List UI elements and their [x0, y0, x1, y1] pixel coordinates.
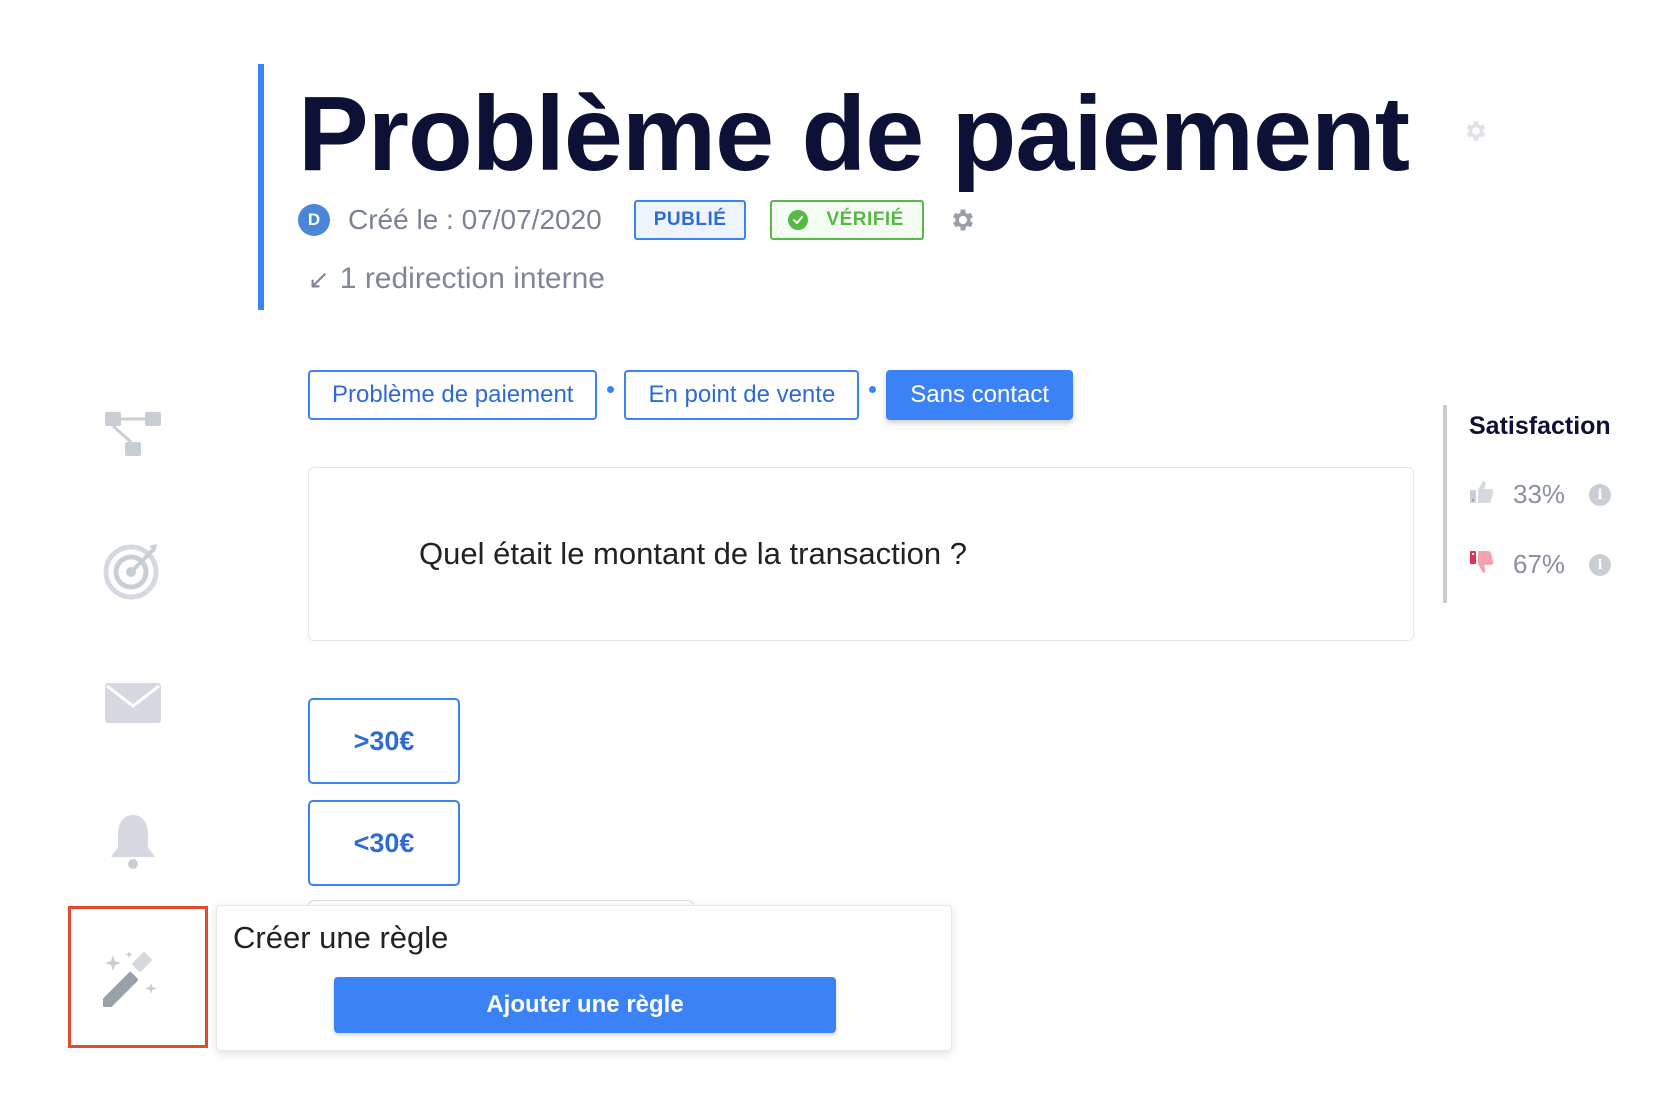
- avatar[interactable]: D: [298, 204, 330, 236]
- satisfaction-panel: Satisfaction 33% i 67% i: [1443, 405, 1643, 603]
- breadcrumb-item-sans-contact[interactable]: Sans contact: [886, 370, 1074, 420]
- internal-redirect-link[interactable]: ↙ 1 redirection interne: [308, 262, 605, 296]
- satisfaction-negative-row: 67% i: [1469, 549, 1611, 580]
- bell-icon[interactable]: [98, 806, 168, 876]
- satisfaction-positive-value: 33%: [1513, 479, 1566, 509]
- popover-title: Créer une règle: [233, 920, 449, 955]
- satisfaction-negative-value: 67%: [1513, 549, 1566, 579]
- target-icon[interactable]: [98, 535, 168, 605]
- answer-button-under-30[interactable]: <30€: [308, 800, 460, 886]
- article-header: Problème de paiement D Créé le : 07/07/2…: [258, 64, 1458, 310]
- status-badge-verified[interactable]: VÉRIFIÉ: [770, 200, 924, 240]
- breadcrumb-separator: [607, 385, 615, 393]
- thumbs-down-icon: [1469, 549, 1495, 580]
- settings-gear-icon[interactable]: [948, 205, 978, 235]
- breadcrumb-item-point-de-vente[interactable]: En point de vente: [624, 370, 860, 420]
- tree-icon[interactable]: [98, 400, 168, 470]
- satisfaction-positive-row: 33% i: [1469, 479, 1611, 510]
- verified-label: VÉRIFIÉ: [826, 209, 904, 230]
- breadcrumb: Problème de paiement En point de vente S…: [308, 370, 1074, 420]
- check-icon: [788, 210, 809, 230]
- satisfaction-title: Satisfaction: [1469, 412, 1611, 440]
- question-card: Quel était le montant de la transaction …: [308, 467, 1414, 641]
- page-settings-gear-icon[interactable]: [1463, 118, 1489, 144]
- article-meta: D Créé le : 07/07/2020 PUBLIÉ VÉRIFIÉ: [298, 198, 978, 242]
- mail-icon[interactable]: [98, 668, 168, 738]
- redirect-arrow-icon: ↙: [308, 263, 330, 294]
- answer-button-over-30[interactable]: >30€: [308, 698, 460, 784]
- breadcrumb-separator: [869, 385, 877, 393]
- created-date: Créé le : 07/07/2020: [348, 204, 602, 235]
- breadcrumb-item-paiement[interactable]: Problème de paiement: [308, 370, 598, 420]
- info-icon[interactable]: i: [1589, 483, 1611, 506]
- create-rule-popover: Créer une règle Ajouter une règle: [216, 905, 952, 1051]
- highlight-box: [68, 906, 208, 1048]
- redirect-label: 1 redirection interne: [339, 262, 605, 295]
- add-rule-button[interactable]: Ajouter une règle: [334, 977, 836, 1033]
- question-text: Quel était le montant de la transaction …: [419, 536, 967, 571]
- page-title: Problème de paiement: [298, 75, 1410, 193]
- info-icon[interactable]: i: [1589, 553, 1611, 576]
- thumbs-up-icon: [1469, 479, 1495, 510]
- status-badge-published[interactable]: PUBLIÉ: [633, 200, 747, 240]
